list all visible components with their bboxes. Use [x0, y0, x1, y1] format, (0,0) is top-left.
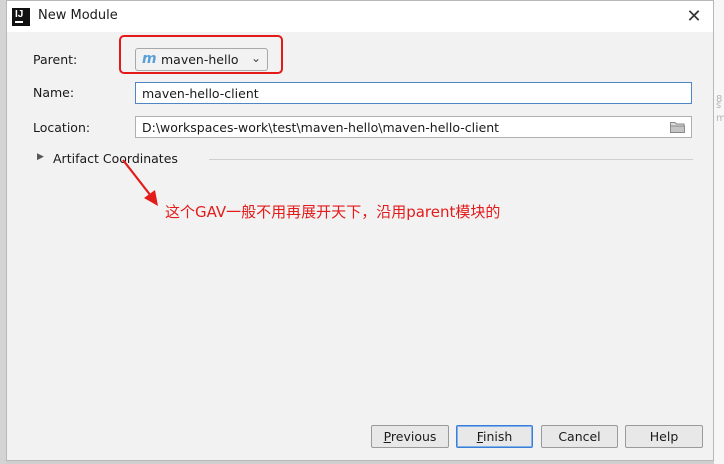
location-field[interactable]: D:\workspaces-work\test\maven-hello\mave… — [135, 116, 692, 138]
annotation-text: 这个GAV一般不用再展开天下，沿用parent模块的 — [165, 203, 501, 221]
browse-folder-icon[interactable] — [670, 121, 685, 133]
previous-button[interactable]: Previous — [371, 425, 449, 448]
background-text: m — [716, 113, 724, 124]
expand-arrow-icon: ▶ — [37, 152, 44, 162]
location-value: D:\workspaces-work\test\maven-hello\mave… — [142, 120, 500, 135]
annotation-arrow — [122, 159, 158, 206]
background-text: s — [716, 100, 722, 111]
background-window — [714, 0, 724, 464]
help-button[interactable]: Help — [625, 425, 703, 448]
title-bar[interactable]: IJ New Module ✕ — [7, 1, 713, 32]
name-input[interactable] — [135, 82, 692, 104]
name-label: Name: — [33, 85, 75, 100]
cancel-button[interactable]: Cancel — [541, 425, 618, 448]
new-module-dialog: IJ New Module ✕ Parent: m maven-hello ⌄ … — [6, 0, 714, 461]
parent-label: Parent: — [33, 52, 78, 67]
close-icon[interactable]: ✕ — [683, 7, 705, 27]
finish-button[interactable]: Finish — [456, 425, 533, 448]
annotation-highlight-box — [119, 35, 283, 74]
dialog-title: New Module — [38, 8, 118, 23]
section-divider — [209, 159, 693, 160]
intellij-icon: IJ — [12, 8, 30, 26]
location-label: Location: — [33, 120, 91, 135]
